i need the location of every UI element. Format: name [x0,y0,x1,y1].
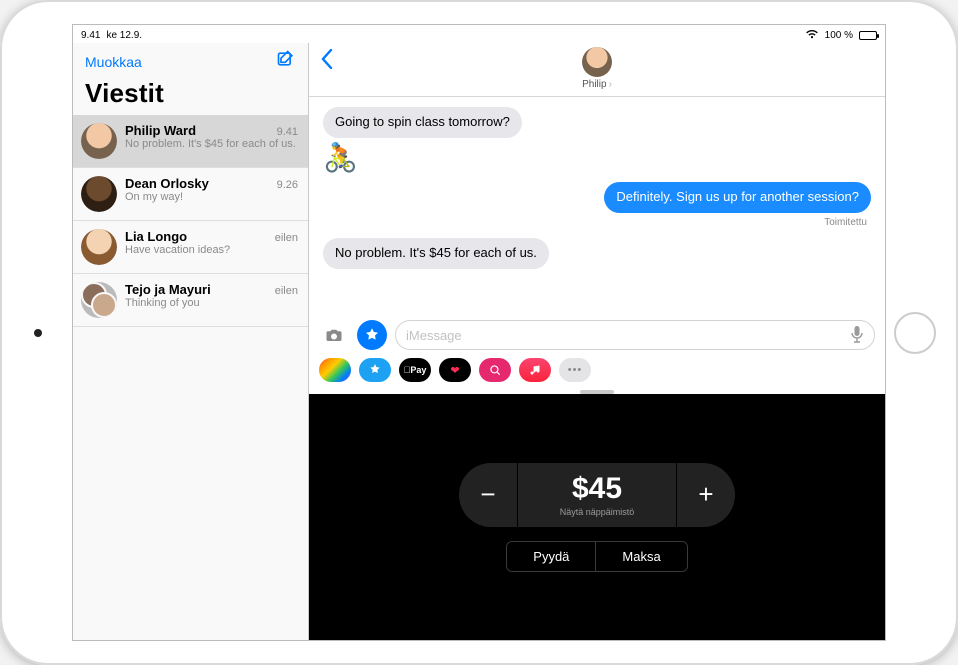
conversation-preview: Thinking of you [125,297,298,311]
decrease-button[interactable]: − [459,463,517,527]
ipad-frame: 9.41 ke 12.9. 100 % Muokkaa [0,0,958,665]
avatar-group [81,282,117,318]
conversation-time: eilen [275,232,298,244]
message-in: No problem. It's $45 for each of us. [323,238,549,269]
apple-pay-app-icon[interactable]: Pay [399,358,431,382]
more-apps-icon[interactable]: ••• [559,358,591,382]
message-input[interactable]: iMessage [395,320,875,350]
conversation-preview: No problem. It's $45 for each of us. [125,138,298,152]
message-in: Going to spin class tomorrow? [323,107,522,138]
digital-touch-app-icon[interactable]: ❤ [439,358,471,382]
amount-value: $45 [572,472,622,506]
contact-header[interactable]: Philip› [582,47,612,90]
photos-app-icon[interactable] [319,358,351,382]
compose-row: iMessage [309,316,885,354]
music-app-icon[interactable] [519,358,551,382]
chat-header: Philip› [309,43,885,97]
screen: 9.41 ke 12.9. 100 % Muokkaa [72,24,886,641]
camera-button[interactable] [319,320,349,350]
images-app-icon[interactable] [479,358,511,382]
message-out: Definitely. Sign us up for another sessi… [604,182,871,213]
message-list[interactable]: Going to spin class tomorrow? 🚴 Definite… [309,97,885,316]
avatar [582,47,612,77]
message-emoji: 🚴 [323,144,358,172]
battery-icon [859,31,877,40]
amount-display[interactable]: $45 Näytä näppäimistö [517,463,677,527]
conversation-name: Lia Longo [125,229,187,244]
conversation-item[interactable]: Philip Ward 9.41 No problem. It's $45 for… [73,115,308,168]
back-button[interactable] [319,49,335,74]
request-pay-group: Pyydä Maksa [506,541,687,572]
status-date: ke 12.9. [106,30,142,41]
mic-icon[interactable] [850,325,864,346]
app-strip: Pay ❤ ••• [309,354,885,388]
conversation-preview: On my way! [125,191,298,205]
conversation-time: 9.41 [277,126,298,138]
status-time: 9.41 [81,30,100,41]
apps-button[interactable] [357,320,387,350]
conversation-item[interactable]: Tejo ja Mayuri eilen Thinking of you [73,274,308,327]
amount-control: − $45 Näytä näppäimistö + [459,463,735,527]
edit-button[interactable]: Muokkaa [85,54,142,70]
delivery-status: Toimitettu [824,217,867,228]
battery-percent: 100 % [825,30,853,41]
conversation-item[interactable]: Dean Orlosky 9.26 On my way! [73,168,308,221]
front-camera [34,329,42,337]
apple-cash-panel: − $45 Näytä näppäimistö + Pyydä Maksa [309,394,885,640]
conversation-name: Tejo ja Mayuri [125,282,211,297]
conversation-time: eilen [275,285,298,297]
conversation-time: 9.26 [277,179,298,191]
conversation-name: Dean Orlosky [125,176,209,191]
avatar [81,176,117,212]
home-button[interactable] [894,312,936,354]
conversation-name: Philip Ward [125,123,196,138]
conversation-list: Philip Ward 9.41 No problem. It's $45 for… [73,115,308,640]
sidebar-title: Viestit [73,78,308,115]
avatar [81,123,117,159]
main-split: Muokkaa Viestit Philip Ward 9.41 No probl… [73,25,885,640]
appstore-app-icon[interactable] [359,358,391,382]
wifi-icon [805,29,819,42]
status-bar: 9.41 ke 12.9. 100 % [73,27,885,43]
request-button[interactable]: Pyydä [507,542,596,571]
avatar [81,229,117,265]
conversation-sidebar: Muokkaa Viestit Philip Ward 9.41 No probl… [73,43,309,640]
chat-pane: Philip› Going to spin class tomorrow? 🚴 … [309,43,885,640]
increase-button[interactable]: + [677,463,735,527]
conversation-preview: Have vacation ideas? [125,244,298,258]
pay-button[interactable]: Maksa [596,542,686,571]
chevron-right-icon: › [609,79,612,90]
input-placeholder: iMessage [406,328,462,343]
contact-name: Philip [582,79,606,90]
conversation-item[interactable]: Lia Longo eilen Have vacation ideas? [73,221,308,274]
show-keyboard-label: Näytä näppäimistö [560,507,635,517]
compose-button[interactable] [276,49,296,74]
